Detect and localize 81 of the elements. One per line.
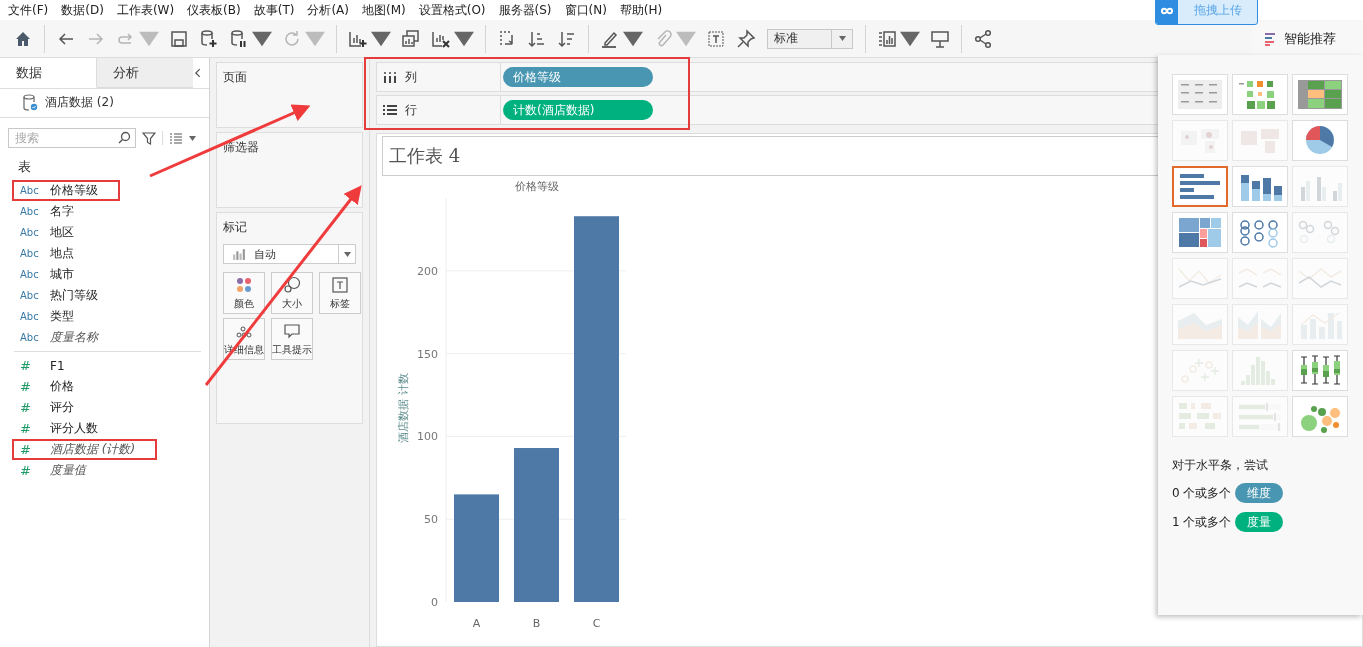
field-item[interactable]: Abc 地点 (12, 243, 96, 264)
menu-item[interactable]: 帮助(H) (615, 1, 672, 19)
menu-item[interactable]: 仪表板(B) (183, 1, 250, 19)
menu-item[interactable]: 分析(A) (303, 1, 358, 19)
pane-tab[interactable]: 分析 (96, 58, 194, 88)
requirement-text: 1 个或多个 (1172, 513, 1232, 531)
category-label: B (532, 617, 541, 630)
caret-icon (343, 251, 351, 257)
field-item[interactable]: # 酒店数据 (计数) (12, 439, 158, 460)
mark-card-button[interactable]: 工具提示 (271, 318, 313, 360)
menu-item[interactable]: 窗口(N) (560, 1, 616, 19)
category-label: A (472, 617, 481, 630)
mark-card-button[interactable]: 标签 (319, 272, 361, 314)
circles-icon (283, 275, 301, 294)
text-box-icon (331, 275, 349, 294)
tick-label: 0 (431, 596, 438, 609)
category-label: C (592, 617, 601, 630)
field-item[interactable]: # 评分 (12, 397, 96, 418)
card-title: 页面 (223, 70, 247, 84)
columns-icon (383, 71, 397, 83)
tick-label: 150 (417, 347, 438, 361)
shelf-label: 列 (405, 68, 417, 86)
card-title: 标记 (223, 219, 248, 236)
menu-item[interactable]: 服务器(S) (494, 1, 561, 19)
menu-item[interactable]: 设置格式(O) (414, 1, 495, 19)
field-item[interactable]: Abc 类型 (12, 306, 96, 327)
text-box-icon (706, 28, 726, 49)
search-icon (117, 131, 131, 145)
datasource-name[interactable]: 酒店数据 (2) (45, 93, 114, 111)
axis-title: 价格等级 (515, 180, 559, 193)
filter-icon[interactable] (142, 131, 156, 145)
bar-list-icon (1264, 31, 1278, 46)
menu-item[interactable]: 故事(T) (249, 1, 304, 19)
share-icon (973, 28, 993, 49)
field-item[interactable]: Abc 地区 (12, 222, 96, 243)
menu-item[interactable]: 地图(M) (358, 1, 415, 19)
database-plus-icon (199, 28, 219, 49)
axis-title: 酒店数据 计数 (397, 373, 410, 443)
save-icon (169, 28, 189, 49)
field-pill: 维度 (1235, 483, 1284, 503)
pin-icon (736, 28, 756, 49)
menu-item[interactable]: 工作表(W) (112, 1, 184, 19)
color-dots-icon (235, 275, 253, 294)
cards-icon (877, 28, 897, 49)
database-icon (22, 93, 38, 111)
field-pill: 度量 (1235, 512, 1284, 532)
field-item[interactable]: Abc 价格等级 (12, 180, 120, 201)
field-item[interactable]: Abc 度量名称 (12, 327, 120, 348)
section-title: 表 (17, 158, 32, 176)
field-item[interactable]: Abc 城市 (12, 264, 96, 285)
field-item[interactable]: # 价格 (12, 376, 96, 397)
fit-dropdown[interactable]: 标准 (767, 28, 853, 49)
refresh-icon (282, 28, 302, 49)
caret-icon[interactable] (189, 135, 196, 141)
search-field[interactable]: 搜索 (8, 128, 136, 148)
hint-text: 对于水平条，尝试 (1172, 457, 1269, 474)
shelf-label: 行 (405, 101, 417, 119)
mark-card-button[interactable]: 颜色 (223, 272, 265, 314)
field-item[interactable]: # 度量值 (12, 460, 108, 481)
tick-label: 100 (417, 430, 438, 444)
tick-label: 200 (417, 264, 438, 278)
presentation-icon (930, 28, 950, 49)
tick-label: 50 (424, 513, 438, 527)
requirement-text: 0 个或多个 (1172, 484, 1232, 502)
field-item[interactable]: Abc 热门等级 (12, 285, 120, 306)
mark-card-button[interactable]: 大小 (271, 272, 313, 314)
duplicate-chart-icon (401, 28, 421, 49)
speech-bubble-icon (283, 321, 301, 340)
collapse-icon[interactable] (193, 68, 203, 78)
field-item[interactable]: # F1 (12, 355, 87, 376)
database-pause-icon (229, 28, 249, 49)
menu-item[interactable]: 数据(D) (57, 1, 113, 19)
bar-chart-icon (232, 247, 246, 261)
field-item[interactable]: # 评分人数 (12, 418, 120, 439)
mark-type-dropdown[interactable]: 自动 (223, 244, 356, 264)
list-view-icon[interactable] (169, 131, 183, 145)
chart-type-thumbnail[interactable] (1172, 166, 1228, 207)
caret-icon (838, 36, 846, 41)
field-item[interactable]: Abc 名字 (12, 201, 96, 222)
rows-icon (383, 104, 397, 116)
menu-item[interactable]: 文件(F) (4, 1, 58, 19)
